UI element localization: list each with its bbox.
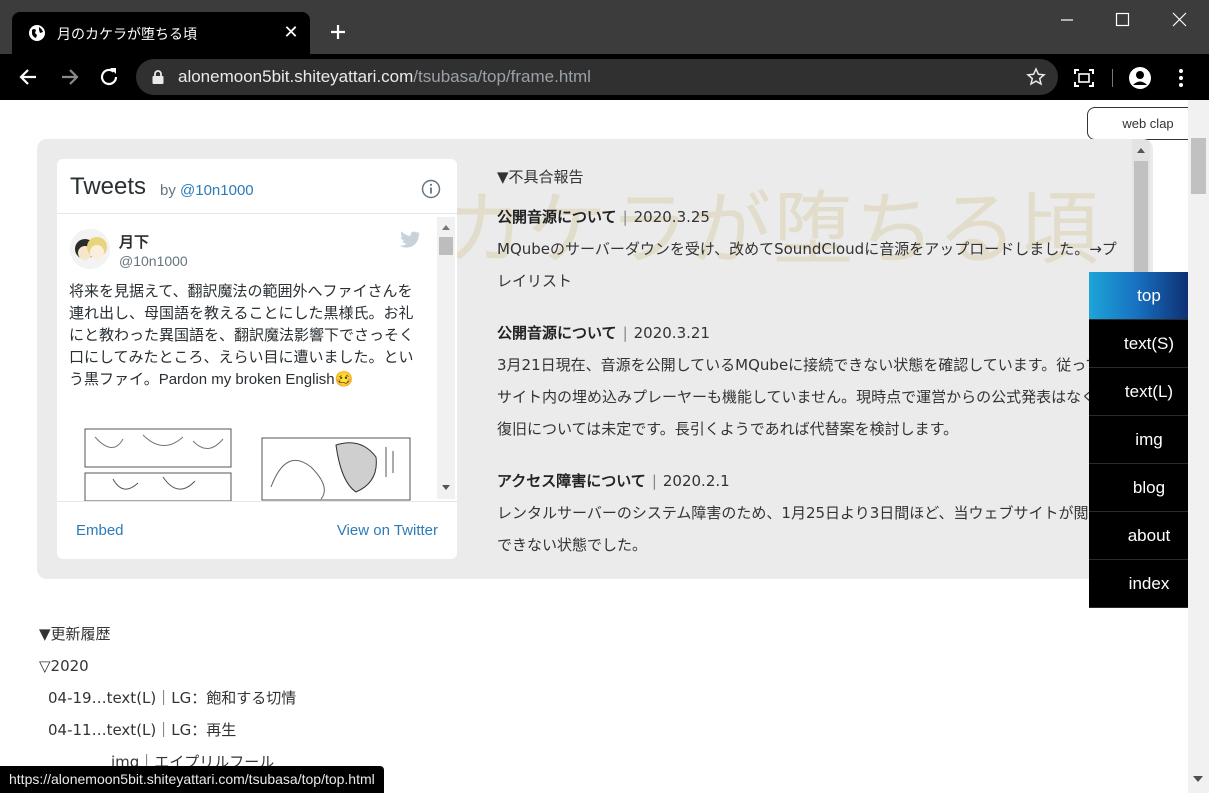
window-close-icon[interactable] (1152, 0, 1208, 40)
tweet-text-body: 将来を見据えて、翻訳魔法の範囲外へファイさんを連れ出し、母国語を教えることにした… (69, 283, 415, 388)
news-item-date: 2020.3.25 (633, 208, 710, 226)
news-item-body: レンタルサーバーのシステム障害のため、1月25日より3日間ほど、当ウェブサイトが… (497, 504, 1104, 554)
status-url-bubble: https://alonemoon5bit.shiteyattari.com/t… (0, 766, 384, 793)
news-item: 公開音源について | 2020.3.21 3月21日現在、音源を公開しているMQub… (497, 317, 1117, 445)
twitter-timeline: Tweets by @10n1000 月下 @10n1000 将来を見据えて、翻… (57, 159, 457, 559)
news-item-date: 2020.3.21 (633, 324, 710, 342)
profile-avatar-icon[interactable] (1128, 66, 1152, 90)
tweet-image[interactable] (261, 437, 411, 501)
forward-arrow-icon[interactable] (56, 64, 82, 90)
browser-titlebar: 月のカケラが堕ちる頃 ✕ (0, 0, 1209, 54)
tweet-author-name[interactable]: 月下 (119, 231, 149, 252)
news-heading: ▼不具合報告 (497, 168, 584, 186)
bookmark-star-icon[interactable] (1026, 67, 1046, 87)
page-scrollbar[interactable] (1188, 100, 1209, 793)
scroll-down-arrow[interactable] (442, 485, 450, 490)
tweet-image[interactable] (83, 427, 233, 501)
news-separator: | (622, 208, 628, 226)
news-item-title-row: 公開音源について | 2020.3.21 (497, 317, 1117, 349)
maximize-icon[interactable] (1095, 0, 1151, 40)
browser-toolbar: alonemoon5bit.shiteyattari.com/tsubasa/t… (0, 54, 1209, 100)
news-item-body: 3月21日現在、音源を公開しているMQubeに接続できない状態を確認しています。… (497, 356, 1115, 438)
tweet-text: 将来を見据えて、翻訳魔法の範囲外へファイさんを連れ出し、母国語を教えることにした… (69, 281, 421, 391)
tab-title: 月のカケラが堕ちる頃 (57, 27, 197, 43)
news-item: アクセス障害について | 2020.2.1 レンタルサーバーのシステム障害のため、1… (497, 465, 1117, 561)
tweet-emoji: 🥴 (334, 371, 354, 388)
twitter-bird-icon[interactable] (399, 231, 421, 249)
scroll-up-arrow[interactable] (442, 225, 450, 230)
news-item-title: 公開音源について (497, 324, 617, 342)
history-year: ▽2020 (39, 657, 89, 675)
url-host: alonemoon5bit.shiteyattari.com (178, 67, 414, 86)
url-path: /tsubasa/top/frame.html (413, 67, 591, 86)
twitter-header: Tweets by @10n1000 (57, 159, 457, 214)
twitter-footer: Embed View on Twitter (57, 501, 457, 559)
globe-icon (29, 25, 45, 41)
lock-icon[interactable] (150, 69, 166, 85)
news-item-date: 2020.2.1 (662, 472, 730, 490)
news-section: ▼不具合報告 公開音源について | 2020.3.25 MQubeのサーバーダウンを… (497, 161, 1117, 579)
twitter-by-handle[interactable]: @10n1000 (180, 182, 254, 199)
toolbar-divider (1112, 69, 1113, 87)
scroll-thumb[interactable] (1191, 138, 1206, 194)
twitter-title: Tweets (70, 173, 147, 200)
twitter-scrollbar[interactable] (437, 217, 455, 499)
new-tab-icon[interactable] (326, 18, 350, 46)
history-entry[interactable]: 04-19…text(L)｜LG：飽和する切情 (39, 682, 296, 714)
history-entry[interactable]: 04-11…text(L)｜LG：再生 (39, 714, 296, 746)
news-item-body: MQubeのサーバーダウンを受け、改めてSoundCloudに音源をアップロード… (497, 240, 1117, 290)
url-text: alonemoon5bit.shiteyattari.com/tsubasa/t… (178, 67, 591, 87)
tab-close-icon[interactable]: ✕ (282, 22, 300, 44)
tweet-author-handle[interactable]: @10n1000 (119, 253, 188, 269)
news-item: 公開音源について | 2020.3.25 MQubeのサーバーダウンを受け、改めてS… (497, 201, 1117, 297)
avatar[interactable] (70, 229, 110, 269)
cast-screen-icon[interactable] (1072, 66, 1096, 90)
news-separator: | (622, 324, 628, 342)
info-icon[interactable] (421, 179, 441, 199)
news-item-title: 公開音源について (497, 208, 617, 226)
view-on-twitter-link[interactable]: View on Twitter (337, 522, 438, 539)
update-history: ▼更新履歴 ▽2020 04-19…text(L)｜LG：飽和する切情 04-1… (39, 618, 296, 778)
news-item-title-row: アクセス障害について | 2020.2.1 (497, 465, 1117, 497)
news-item-title: アクセス障害について (497, 472, 646, 490)
address-bar[interactable]: alonemoon5bit.shiteyattari.com/tsubasa/t… (136, 59, 1058, 95)
twitter-by: by @10n1000 (160, 182, 254, 199)
reload-icon[interactable] (96, 64, 122, 90)
scroll-up-arrow[interactable] (1137, 148, 1145, 153)
scroll-thumb[interactable] (1134, 161, 1148, 277)
news-separator: | (651, 472, 657, 490)
news-item-title-row: 公開音源について | 2020.3.25 (497, 201, 1117, 233)
back-arrow-icon[interactable] (16, 64, 42, 90)
menu-kebab-icon[interactable] (1169, 66, 1193, 90)
page-viewport: web clap カケラが堕ちる頃 Tweets by @10n1000 月下 … (0, 100, 1209, 793)
scroll-down-arrow[interactable] (1193, 776, 1203, 782)
embed-link[interactable]: Embed (76, 522, 124, 539)
browser-tab[interactable]: 月のカケラが堕ちる頃 ✕ (12, 12, 310, 54)
scroll-thumb[interactable] (439, 237, 453, 255)
minimize-icon[interactable] (1039, 0, 1095, 40)
history-heading: ▼更新履歴 (39, 625, 111, 643)
top-panel: カケラが堕ちる頃 Tweets by @10n1000 月下 @10n1000 … (37, 139, 1153, 579)
tweet-card: 月下 @10n1000 将来を見据えて、翻訳魔法の範囲外へファイさんを連れ出し、… (57, 215, 457, 501)
twitter-by-prefix: by (160, 182, 176, 199)
